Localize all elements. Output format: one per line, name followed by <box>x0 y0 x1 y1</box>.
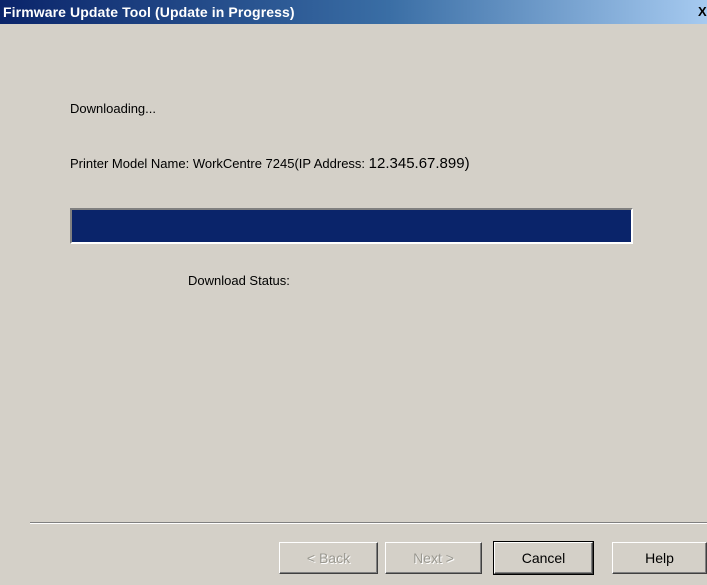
footer-divider <box>30 522 707 524</box>
close-icon[interactable]: X <box>698 4 707 20</box>
progress-fill <box>72 210 631 242</box>
help-button[interactable]: Help <box>612 542 707 574</box>
next-button[interactable]: Next > <box>385 542 482 574</box>
cancel-button[interactable]: Cancel <box>493 541 594 575</box>
status-text: Downloading... <box>70 101 156 116</box>
printer-model-label: Printer Model Name: WorkCentre 7245(IP A… <box>70 156 369 171</box>
back-button[interactable]: < Back <box>279 542 378 574</box>
title-bar[interactable]: Firmware Update Tool (Update in Progress… <box>0 0 707 24</box>
ip-address-value: 12.345.67.899) <box>368 155 470 172</box>
window-title: Firmware Update Tool (Update in Progress… <box>3 4 295 20</box>
download-progress-bar <box>70 208 633 244</box>
printer-model-line: Printer Model Name: WorkCentre 7245(IP A… <box>70 155 470 172</box>
download-status-line: Download Status: <box>188 273 290 288</box>
firmware-update-window: Firmware Update Tool (Update in Progress… <box>0 0 707 585</box>
download-status-label: Download Status: <box>188 273 290 288</box>
